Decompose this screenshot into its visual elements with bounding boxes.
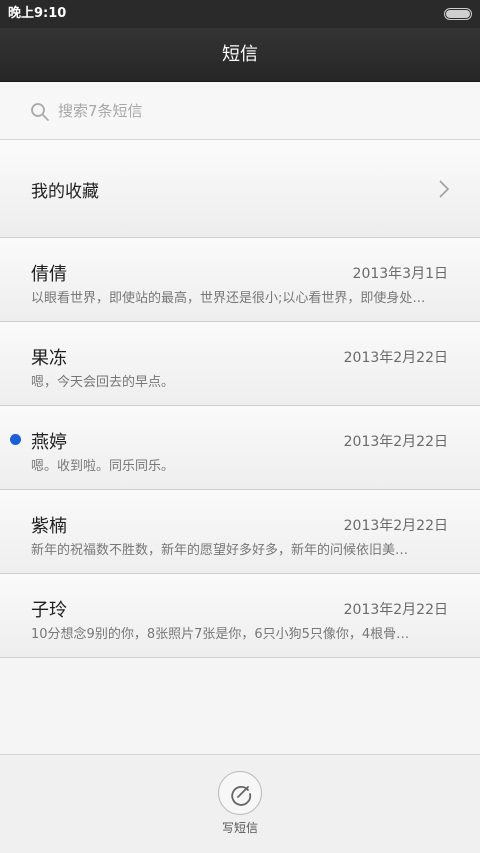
contact-name: 果冻: [31, 348, 67, 369]
search-bar[interactable]: [0, 82, 480, 140]
favorites-label: 我的收藏: [31, 182, 99, 202]
compose-label: 写短信: [221, 821, 258, 835]
conversation-row[interactable]: 果冻 2013年2月22日 嗯，今天会回去的早点。: [0, 322, 480, 406]
contact-name: 子玲: [31, 600, 67, 621]
battery-icon: [444, 8, 472, 20]
bottom-bar: 写短信: [0, 754, 480, 853]
message-date: 2013年3月1日: [352, 266, 448, 282]
conversation-row[interactable]: 紫楠 2013年2月22日 新年的祝福数不胜数，新年的愿望好多好多，新年的问候依…: [0, 490, 480, 574]
conversation-list: 倩倩 2013年3月1日 以眼看世界，即使站的最高，世界还是很小;以心看世界，即…: [0, 238, 480, 658]
conversation-row[interactable]: 子玲 2013年2月22日 10分想念9别的你，8张照片7张是你，6只小狗5只像…: [0, 574, 480, 658]
message-preview: 10分想念9别的你，8张照片7张是你，6只小狗5只像你，4根骨…: [31, 627, 410, 642]
compose-button[interactable]: [218, 771, 262, 815]
contact-name: 倩倩: [31, 264, 67, 285]
compose-icon: [231, 786, 252, 806]
status-bar: 晚上9:10: [0, 0, 480, 28]
conversation-row[interactable]: 燕婷 2013年2月22日 嗯。收到啦。同乐同乐。: [0, 406, 480, 490]
message-preview: 新年的祝福数不胜数，新年的愿望好多好多，新年的问候依旧美…: [31, 543, 409, 558]
contact-name: 紫楠: [31, 516, 67, 537]
message-date: 2013年2月22日: [343, 518, 448, 534]
search-icon: [31, 103, 49, 121]
message-date: 2013年2月22日: [343, 434, 448, 450]
status-time: 晚上9:10: [8, 6, 67, 21]
title-bar: 短信: [0, 28, 480, 82]
contact-name: 燕婷: [31, 432, 67, 453]
message-preview: 以眼看世界，即使站的最高，世界还是很小;以心看世界，即使身处…: [31, 291, 426, 306]
search-input[interactable]: [58, 96, 458, 126]
conversation-row[interactable]: 倩倩 2013年3月1日 以眼看世界，即使站的最高，世界还是很小;以心看世界，即…: [0, 238, 480, 322]
message-date: 2013年2月22日: [343, 350, 448, 366]
unread-indicator: [10, 434, 21, 445]
message-preview: 嗯，今天会回去的早点。: [31, 375, 175, 390]
message-preview: 嗯。收到啦。同乐同乐。: [31, 459, 175, 474]
page-title: 短信: [222, 44, 258, 65]
chevron-right-icon: [439, 180, 450, 198]
favorites-item[interactable]: 我的收藏: [0, 140, 480, 238]
message-date: 2013年2月22日: [343, 602, 448, 618]
